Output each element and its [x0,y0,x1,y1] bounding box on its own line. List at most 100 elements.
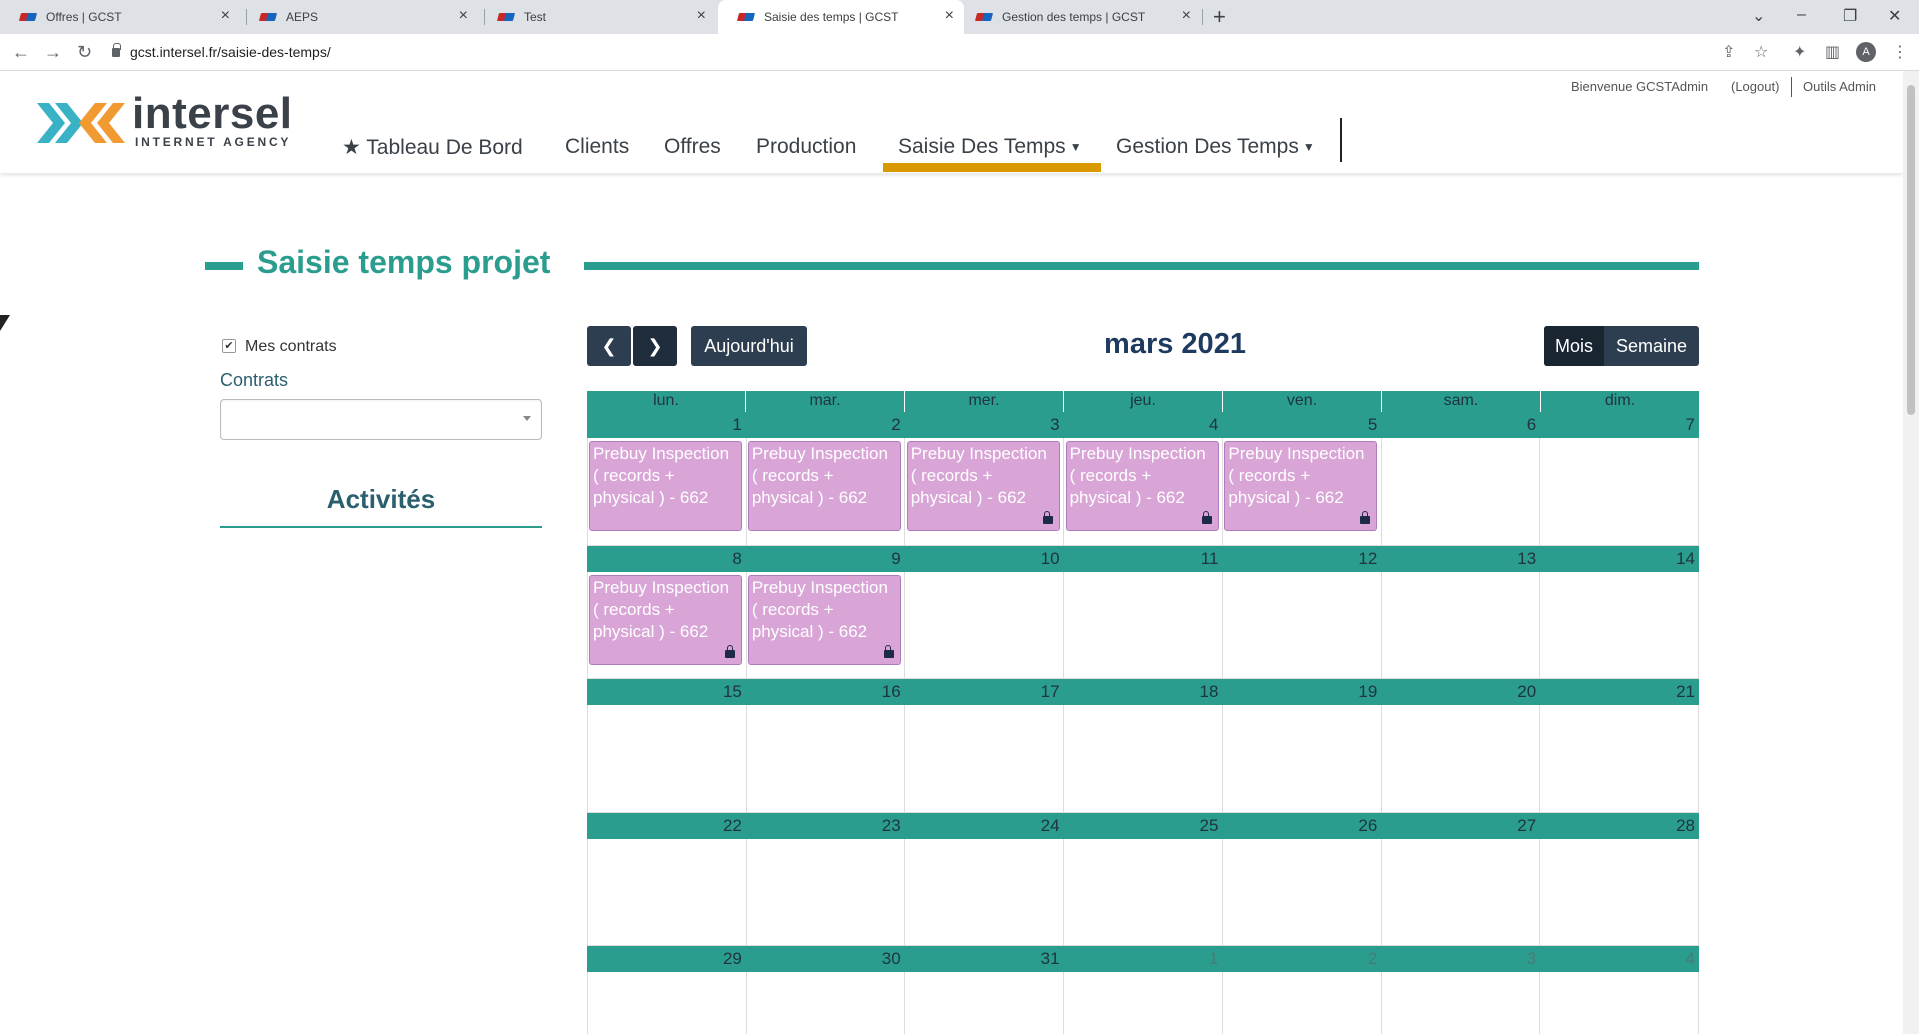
day-number[interactable]: 10 [905,545,1064,572]
day-number[interactable]: 21 [1540,679,1700,705]
admin-tools-link[interactable]: Outils Admin [1803,79,1876,94]
day-number[interactable]: 28 [1540,812,1700,839]
close-tab-icon[interactable]: × [221,8,230,24]
day-number[interactable]: 3 [1381,946,1541,972]
day-number[interactable]: 25 [1064,812,1223,839]
close-tab-icon[interactable]: × [459,8,468,24]
browser-tab[interactable]: Test × [478,0,716,34]
calendar-event[interactable]: Prebuy Inspection ( records + physical )… [1065,441,1219,531]
day-cell[interactable] [1064,838,1223,946]
day-number[interactable]: 2 [1222,946,1382,972]
calendar-event[interactable]: Prebuy Inspection ( records + physical )… [747,574,901,665]
minimize-icon[interactable]: – [1797,6,1806,24]
day-cell[interactable] [1222,571,1382,679]
day-number[interactable]: 23 [746,812,905,839]
day-number[interactable]: 9 [746,545,905,572]
day-cell[interactable] [587,972,747,1034]
day-cell[interactable] [1540,705,1700,813]
share-icon[interactable]: ⇪ [1722,42,1735,62]
calendar-event[interactable]: Prebuy Inspection ( records + physical )… [1224,441,1378,531]
day-number[interactable]: 5 [1222,412,1382,438]
url-field[interactable]: gcst.intersel.fr/saisie-des-temps/ [112,38,1712,66]
day-number[interactable]: 24 [905,812,1064,839]
intersel-logo[interactable]: intersel INTERNET AGENCY [37,89,297,153]
profile-avatar[interactable]: A [1856,42,1876,62]
day-cell[interactable] [1222,705,1382,813]
restore-icon[interactable]: ❐ [1843,6,1857,26]
day-number[interactable]: 18 [1064,679,1223,705]
day-number[interactable]: 14 [1540,545,1700,572]
day-cell[interactable] [1381,705,1541,813]
calendar-event[interactable]: Prebuy Inspection ( records + physical )… [589,441,742,531]
prev-month-button[interactable]: ❮ [587,326,631,366]
day-cell[interactable] [905,705,1065,813]
window-close-icon[interactable]: ✕ [1888,6,1901,26]
day-number[interactable]: 30 [746,946,905,972]
day-number[interactable]: 20 [1381,679,1541,705]
day-cell[interactable] [1540,571,1700,679]
day-cell[interactable] [1064,571,1223,679]
day-number[interactable]: 2 [746,412,905,438]
day-cell[interactable] [1222,838,1382,946]
page-scrollbar[interactable] [1903,71,1919,1034]
extensions-puzzle-icon[interactable]: ✦ [1793,42,1806,62]
day-number[interactable]: 17 [905,679,1064,705]
scrollbar-thumb[interactable] [1907,85,1915,415]
browser-tab[interactable]: AEPS × [240,0,478,34]
day-cell[interactable] [746,705,906,813]
day-number[interactable]: 12 [1222,545,1382,572]
browser-menu-icon[interactable]: ⋮ [1892,42,1908,62]
day-cell[interactable] [1540,972,1700,1034]
today-button[interactable]: Aujourd'hui [691,326,807,366]
calendar-event[interactable]: Prebuy Inspection ( records + physical )… [906,441,1060,531]
day-cell[interactable] [905,972,1065,1034]
next-month-button[interactable]: ❯ [633,326,677,366]
day-number[interactable]: 3 [905,412,1064,438]
day-cell[interactable] [587,838,747,946]
day-number[interactable]: 29 [587,946,746,972]
new-tab-icon[interactable]: + [1213,4,1226,30]
day-cell[interactable] [587,705,747,813]
day-number[interactable]: 15 [587,679,746,705]
day-number[interactable]: 8 [587,545,746,572]
day-number[interactable]: 13 [1381,545,1541,572]
day-cell[interactable] [1540,438,1700,546]
day-number[interactable]: 7 [1540,412,1700,438]
nav-saisie-des-temps[interactable]: Saisie Des Temps ▼ [898,135,1082,159]
nav-offres[interactable]: Offres [664,135,721,159]
day-cell[interactable] [1381,571,1541,679]
day-number[interactable]: 1 [1064,946,1223,972]
nav-dashboard[interactable]: ★ Tableau De Bord [342,135,523,160]
day-cell[interactable] [1381,438,1541,546]
browser-tab-active[interactable]: Saisie des temps | GCST × [718,0,964,34]
nav-clients[interactable]: Clients [565,135,629,159]
day-number[interactable]: 6 [1381,412,1541,438]
day-cell[interactable] [1540,838,1700,946]
browser-tab[interactable]: Gestion des temps | GCST × [956,0,1201,34]
day-cell[interactable] [1064,972,1223,1034]
nav-production[interactable]: Production [756,135,856,159]
day-cell[interactable] [905,838,1065,946]
tab-search-chevron-icon[interactable]: ⌄ [1752,6,1765,26]
day-number[interactable]: 22 [587,812,746,839]
close-tab-icon[interactable]: × [945,8,954,24]
day-number[interactable]: 19 [1222,679,1382,705]
day-number[interactable]: 16 [746,679,905,705]
day-cell[interactable] [1064,705,1223,813]
bookmark-star-icon[interactable]: ☆ [1754,42,1768,62]
day-cell[interactable] [1382,972,1541,1034]
day-cell[interactable] [746,838,906,946]
day-cell[interactable] [747,972,906,1034]
day-cell[interactable] [1381,838,1541,946]
reload-icon[interactable]: ↻ [77,42,92,63]
side-panel-icon[interactable]: ▥ [1825,42,1840,62]
view-month-button[interactable]: Mois [1544,326,1604,366]
mes-contrats-checkbox[interactable]: ✔ [222,339,236,353]
calendar-event[interactable]: Prebuy Inspection ( records + physical )… [589,574,742,665]
day-number[interactable]: 26 [1222,812,1382,839]
back-icon[interactable]: ← [12,42,30,63]
day-number[interactable]: 31 [905,946,1064,972]
close-tab-icon[interactable]: × [697,8,706,24]
view-week-button[interactable]: Semaine [1604,326,1699,366]
day-number[interactable]: 4 [1064,412,1223,438]
